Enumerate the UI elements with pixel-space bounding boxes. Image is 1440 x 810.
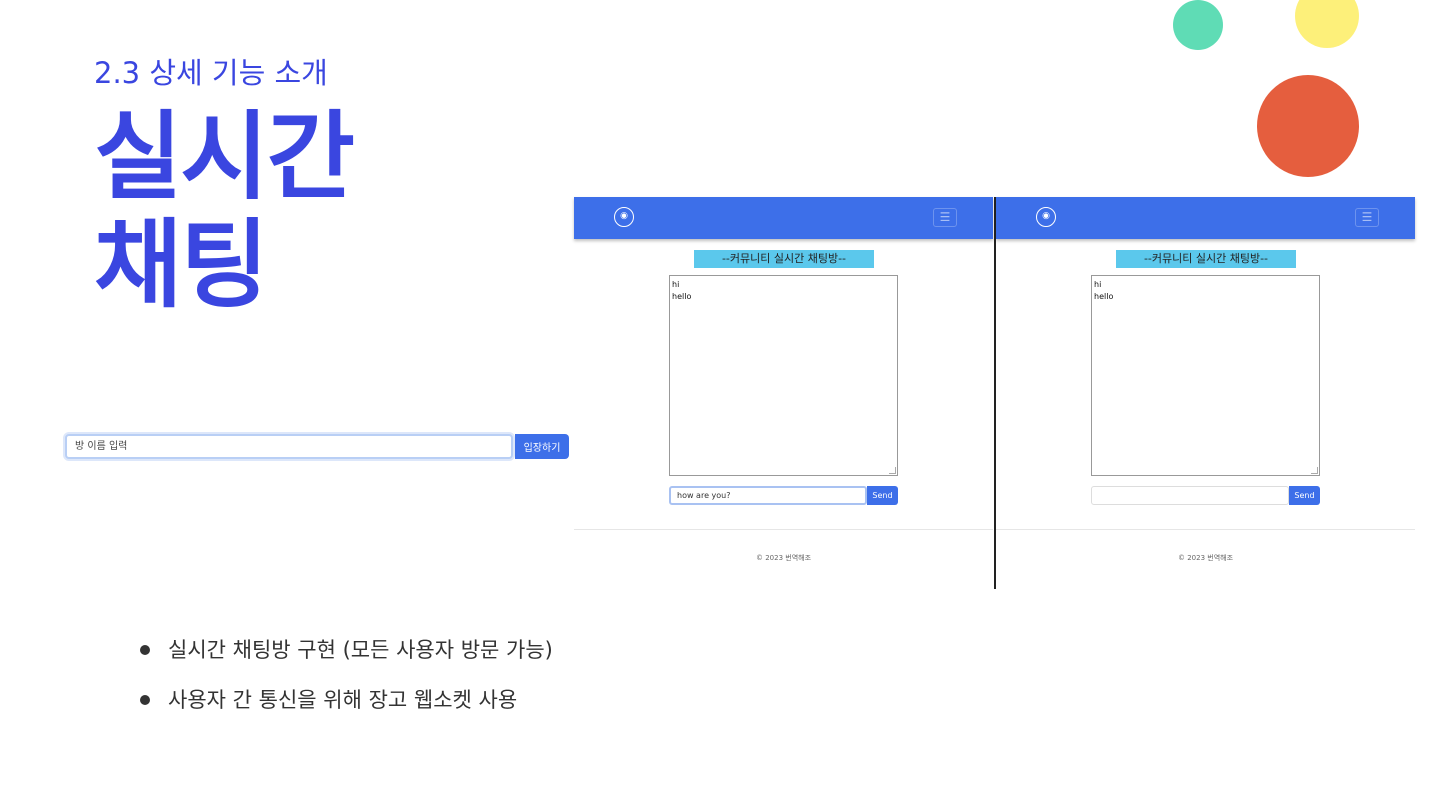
slide-title: 실시간 채팅 bbox=[94, 101, 355, 321]
chat-message: hello bbox=[672, 292, 692, 301]
footer-copyright: © 2023 번역해조 bbox=[755, 554, 812, 562]
slide-title-line1: 실시간 bbox=[94, 101, 355, 213]
room-title: --커뮤니티 실시간 채팅방-- bbox=[694, 250, 874, 268]
bullet-dot-icon bbox=[140, 645, 150, 655]
chat-message: hi bbox=[672, 280, 680, 289]
send-button[interactable]: Send bbox=[1289, 486, 1320, 505]
footer-divider bbox=[996, 529, 1415, 530]
navbar: ◉ ☰ bbox=[996, 197, 1415, 239]
bullet-item: 사용자 간 통신을 위해 장고 웹소켓 사용 bbox=[140, 684, 553, 734]
hamburger-menu-icon[interactable]: ☰ bbox=[933, 208, 957, 227]
enter-room-button[interactable]: 입장하기 bbox=[515, 434, 569, 459]
decorative-yellow-circle bbox=[1295, 0, 1359, 48]
chat-log[interactable]: hi hello bbox=[1091, 275, 1320, 476]
slide-title-line2: 채팅 bbox=[94, 209, 269, 321]
send-button[interactable]: Send bbox=[867, 486, 898, 505]
app-logo-icon[interactable]: ◉ bbox=[1036, 207, 1056, 227]
hamburger-menu-icon[interactable]: ☰ bbox=[1355, 208, 1379, 227]
chat-message: hello bbox=[1094, 292, 1114, 301]
chat-message: hi bbox=[1094, 280, 1102, 289]
decorative-green-circle bbox=[1173, 0, 1223, 50]
chat-window-right: ◉ ☰ --커뮤니티 실시간 채팅방-- hi hello Send © 202… bbox=[996, 197, 1415, 589]
section-label: 2.3 상세 기능 소개 bbox=[94, 56, 328, 90]
room-name-input[interactable] bbox=[65, 434, 513, 459]
navbar: ◉ ☰ bbox=[574, 197, 993, 239]
chat-log[interactable]: hi hello bbox=[669, 275, 898, 476]
room-title: --커뮤니티 실시간 채팅방-- bbox=[1116, 250, 1296, 268]
bullet-text: 사용자 간 통신을 위해 장고 웹소켓 사용 bbox=[168, 688, 518, 712]
bullet-text: 실시간 채팅방 구현 (모든 사용자 방문 가능) bbox=[168, 638, 553, 662]
chat-window-left: ◉ ☰ --커뮤니티 실시간 채팅방-- hi hello Send © 202… bbox=[574, 197, 993, 589]
footer-divider bbox=[574, 529, 993, 530]
decorative-red-circle bbox=[1257, 75, 1359, 177]
bullet-item: 실시간 채팅방 구현 (모든 사용자 방문 가능) bbox=[140, 634, 553, 684]
app-logo-icon[interactable]: ◉ bbox=[614, 207, 634, 227]
bullet-dot-icon bbox=[140, 695, 150, 705]
resize-grip-icon[interactable] bbox=[1311, 467, 1318, 474]
message-input[interactable] bbox=[669, 486, 867, 505]
room-entry-bar: 입장하기 bbox=[65, 434, 569, 461]
message-input[interactable] bbox=[1091, 486, 1289, 505]
footer-copyright: © 2023 번역해조 bbox=[1177, 554, 1234, 562]
resize-grip-icon[interactable] bbox=[889, 467, 896, 474]
bullet-list: 실시간 채팅방 구현 (모든 사용자 방문 가능) 사용자 간 통신을 위해 장… bbox=[140, 634, 553, 734]
